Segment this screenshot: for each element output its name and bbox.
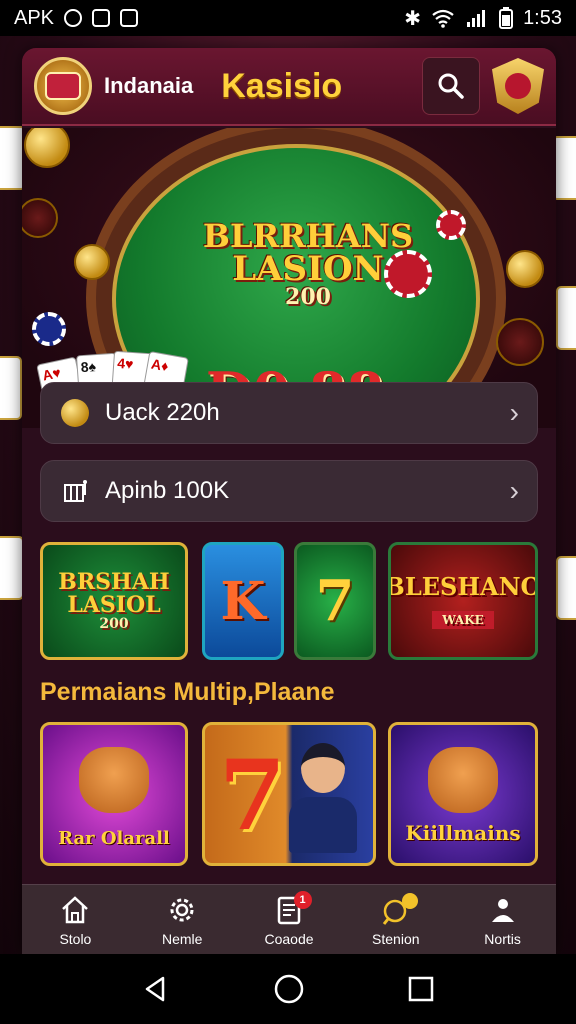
game-controller-icon <box>92 9 111 27</box>
nav-label: Nemle <box>161 930 203 947</box>
tile-title: 7 <box>219 739 286 852</box>
game-tile-lucky-seven[interactable]: 7 <box>202 722 376 866</box>
crest-icon[interactable] <box>492 58 544 114</box>
hero-title: BLRRHANS LASION 200 <box>198 220 418 308</box>
nav-item-nortis[interactable]: Nortis <box>449 885 556 954</box>
game-tile-seven[interactable]: 7 <box>294 542 376 660</box>
tile-title: Kiillmains <box>405 821 521 845</box>
status-time: 1:53 <box>523 6 562 29</box>
poker-chip-icon <box>436 210 466 240</box>
nav-item-stenion[interactable]: Stenion <box>342 885 449 954</box>
promo-label: Uack 220h <box>105 399 220 426</box>
home-icon <box>62 895 89 923</box>
nav-label: Nortis <box>484 930 521 947</box>
chevron-right-icon: › <box>509 397 519 428</box>
slot-machine-icon <box>59 475 91 507</box>
fox-mascot-icon <box>428 747 498 813</box>
bluetooth-icon: ✱ <box>404 7 422 30</box>
home-button-icon[interactable] <box>273 973 305 1005</box>
tile-caption: 200 <box>99 615 129 632</box>
poker-chip-icon <box>32 312 66 346</box>
shield-icon <box>64 9 83 27</box>
promo-row-2[interactable]: Apinb 100K › <box>40 460 538 522</box>
game-tile-brshah[interactable]: BRSHAH LASIOL 200 <box>40 542 188 660</box>
background-card <box>556 556 576 620</box>
nav-label: Coaode <box>264 930 314 947</box>
nav-label: Stolo <box>59 930 92 947</box>
dark-chip-icon <box>22 198 58 238</box>
hero-title-line2: LASION <box>232 249 384 289</box>
tile-title: Rar Olarall <box>58 828 170 849</box>
status-left-text: APK <box>14 6 55 29</box>
section-title: Permaians Multip,Plaane <box>40 678 335 706</box>
app-name: Indanaia <box>104 73 194 98</box>
robot-icon <box>491 898 514 922</box>
game-tile-kiillmains[interactable]: Kiillmains <box>388 722 538 866</box>
notification-badge: 1 <box>293 891 312 909</box>
hero-title-line3: 200 <box>285 284 331 310</box>
bottom-navigation: Stolo Nemle 1 Coaode Stenion Nortis <box>22 884 556 954</box>
nav-item-stolo[interactable]: Stolo <box>22 885 129 954</box>
tile-title: BRSHAH <box>58 568 170 595</box>
promo-label: Apinb 100K <box>105 477 230 504</box>
status-dot <box>402 893 419 909</box>
game-tile-rar-olarall[interactable]: Rar Olarall <box>40 722 188 866</box>
app-logo[interactable] <box>34 57 92 115</box>
app-header: Indanaia Kasisio <box>22 48 556 126</box>
promo-row-1[interactable]: Uack 220h › <box>40 382 538 444</box>
coin-icon <box>24 128 70 168</box>
system-navigation-bar <box>0 954 576 1024</box>
tile-title: K <box>220 570 266 632</box>
gear-icon <box>170 898 194 921</box>
nav-label: Stenion <box>372 930 420 947</box>
background-card <box>556 286 576 350</box>
tile-subtitle: LASIOL <box>67 591 161 618</box>
signal-icon <box>467 10 486 27</box>
brand-title: Kasisio <box>221 66 343 105</box>
dark-chip-icon <box>496 318 544 366</box>
search-button[interactable] <box>422 57 480 115</box>
tile-caption: WAKE <box>432 611 494 629</box>
recents-icon[interactable] <box>407 975 435 1003</box>
background-card <box>0 356 22 420</box>
status-bar: APK ✱ 1:53 <box>0 0 576 36</box>
battery-icon <box>499 7 514 29</box>
game-tile-bleshano[interactable]: BLESHANO WAKE <box>388 542 538 660</box>
tile-title: BLESHANO <box>388 572 538 601</box>
nav-item-nemle[interactable]: Nemle <box>129 885 236 954</box>
chevron-right-icon: › <box>509 475 519 506</box>
wifi-icon <box>432 9 454 28</box>
coin-icon <box>74 244 110 280</box>
android-icon <box>120 9 139 27</box>
nav-item-coaode[interactable]: 1 Coaode <box>236 885 343 954</box>
hero-title-line1: BLRRHANS <box>202 217 414 255</box>
background-card <box>0 536 24 600</box>
casino-app: Indanaia Kasisio A♥ 8♠ 4♥ A♦ BLRRHANS LA… <box>22 48 556 954</box>
coin-icon <box>59 397 91 429</box>
coin-icon <box>506 250 544 288</box>
game-tile-k[interactable]: K <box>202 542 284 660</box>
search-icon <box>438 73 464 99</box>
cat-mascot-icon <box>79 747 149 813</box>
character-icon <box>289 743 357 853</box>
back-icon[interactable] <box>141 974 171 1004</box>
tile-title: 7 <box>315 568 355 634</box>
